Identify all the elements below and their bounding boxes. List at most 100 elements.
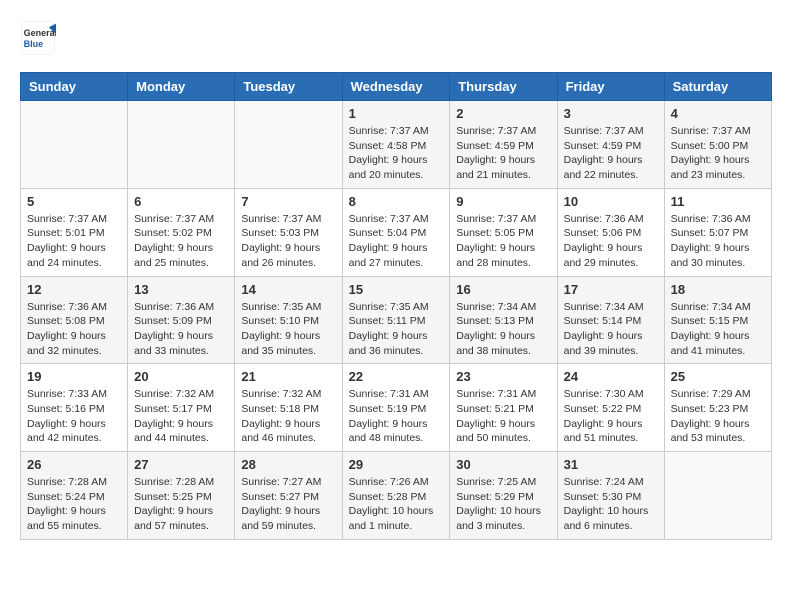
- calendar-cell: 12 Sunrise: 7:36 AM Sunset: 5:08 PM Dayli…: [21, 276, 128, 364]
- day-info: Sunrise: 7:32 AM Sunset: 5:18 PM Dayligh…: [241, 387, 335, 446]
- calendar-cell: 19 Sunrise: 7:33 AM Sunset: 5:16 PM Dayli…: [21, 364, 128, 452]
- day-number: 28: [241, 457, 335, 472]
- day-info: Sunrise: 7:34 AM Sunset: 5:14 PM Dayligh…: [564, 300, 658, 359]
- calendar-cell: 13Sunrise: 7:36 AM Sunset: 5:09 PM Dayli…: [128, 276, 235, 364]
- calendar-cell: 18 Sunrise: 7:34 AM Sunset: 5:15 PM Dayli…: [664, 276, 771, 364]
- day-number: 29: [349, 457, 444, 472]
- weekday-header-saturday: Saturday: [664, 73, 771, 101]
- calendar-cell: 14Sunrise: 7:35 AM Sunset: 5:10 PM Dayli…: [235, 276, 342, 364]
- day-info: Sunrise: 7:34 AM Sunset: 5:15 PM Dayligh…: [671, 300, 765, 359]
- day-info: Sunrise: 7:37 AM Sunset: 4:59 PM Dayligh…: [456, 124, 550, 183]
- day-number: 9: [456, 194, 550, 209]
- calendar-cell: 10 Sunrise: 7:36 AM Sunset: 5:06 PM Dayli…: [557, 188, 664, 276]
- weekday-header-friday: Friday: [557, 73, 664, 101]
- day-info: Sunrise: 7:35 AM Sunset: 5:10 PM Dayligh…: [241, 300, 335, 359]
- day-info: Sunrise: 7:37 AM Sunset: 5:04 PM Dayligh…: [349, 212, 444, 271]
- day-info: Sunrise: 7:37 AM Sunset: 5:05 PM Dayligh…: [456, 212, 550, 271]
- day-number: 21: [241, 369, 335, 384]
- calendar-cell: 24 Sunrise: 7:30 AM Sunset: 5:22 PM Dayli…: [557, 364, 664, 452]
- day-number: 15: [349, 282, 444, 297]
- day-number: 6: [134, 194, 228, 209]
- calendar-cell: 26 Sunrise: 7:28 AM Sunset: 5:24 PM Dayli…: [21, 452, 128, 540]
- day-info: Sunrise: 7:36 AM Sunset: 5:07 PM Dayligh…: [671, 212, 765, 271]
- calendar-week-row: 5 Sunrise: 7:37 AM Sunset: 5:01 PM Daylig…: [21, 188, 772, 276]
- day-number: 20: [134, 369, 228, 384]
- day-number: 5: [27, 194, 121, 209]
- day-info: Sunrise: 7:34 AM Sunset: 5:13 PM Dayligh…: [456, 300, 550, 359]
- calendar-header-row: SundayMondayTuesdayWednesdayThursdayFrid…: [21, 73, 772, 101]
- page-header: General Blue: [20, 20, 772, 56]
- day-info: Sunrise: 7:36 AM Sunset: 5:06 PM Dayligh…: [564, 212, 658, 271]
- calendar-cell: 2 Sunrise: 7:37 AM Sunset: 4:59 PM Daylig…: [450, 101, 557, 189]
- day-info: Sunrise: 7:37 AM Sunset: 5:00 PM Dayligh…: [671, 124, 765, 183]
- calendar-cell: 30 Sunrise: 7:25 AM Sunset: 5:29 PM Dayli…: [450, 452, 557, 540]
- day-info: Sunrise: 7:26 AM Sunset: 5:28 PM Dayligh…: [349, 475, 444, 534]
- day-number: 8: [349, 194, 444, 209]
- calendar-cell: 11 Sunrise: 7:36 AM Sunset: 5:07 PM Dayli…: [664, 188, 771, 276]
- calendar-week-row: 26 Sunrise: 7:28 AM Sunset: 5:24 PM Dayli…: [21, 452, 772, 540]
- calendar-cell: 28 Sunrise: 7:27 AM Sunset: 5:27 PM Dayli…: [235, 452, 342, 540]
- calendar-cell: [664, 452, 771, 540]
- day-number: 31: [564, 457, 658, 472]
- calendar-cell: 25 Sunrise: 7:29 AM Sunset: 5:23 PM Dayli…: [664, 364, 771, 452]
- day-number: 11: [671, 194, 765, 209]
- day-number: 24: [564, 369, 658, 384]
- weekday-header-thursday: Thursday: [450, 73, 557, 101]
- day-number: 16: [456, 282, 550, 297]
- calendar-cell: 7Sunrise: 7:37 AM Sunset: 5:03 PM Daylig…: [235, 188, 342, 276]
- day-info: Sunrise: 7:27 AM Sunset: 5:27 PM Dayligh…: [241, 475, 335, 534]
- weekday-header-sunday: Sunday: [21, 73, 128, 101]
- svg-text:General: General: [24, 28, 56, 38]
- day-info: Sunrise: 7:25 AM Sunset: 5:29 PM Dayligh…: [456, 475, 550, 534]
- calendar-cell: 22Sunrise: 7:31 AM Sunset: 5:19 PM Dayli…: [342, 364, 450, 452]
- day-info: Sunrise: 7:37 AM Sunset: 5:03 PM Dayligh…: [241, 212, 335, 271]
- weekday-header-monday: Monday: [128, 73, 235, 101]
- day-info: Sunrise: 7:36 AM Sunset: 5:08 PM Dayligh…: [27, 300, 121, 359]
- day-info: Sunrise: 7:29 AM Sunset: 5:23 PM Dayligh…: [671, 387, 765, 446]
- day-info: Sunrise: 7:37 AM Sunset: 5:02 PM Dayligh…: [134, 212, 228, 271]
- day-number: 1: [349, 106, 444, 121]
- calendar-cell: 23 Sunrise: 7:31 AM Sunset: 5:21 PM Dayli…: [450, 364, 557, 452]
- calendar-cell: 5 Sunrise: 7:37 AM Sunset: 5:01 PM Daylig…: [21, 188, 128, 276]
- day-info: Sunrise: 7:28 AM Sunset: 5:25 PM Dayligh…: [134, 475, 228, 534]
- logo: General Blue: [20, 20, 56, 56]
- calendar-week-row: 1Sunrise: 7:37 AM Sunset: 4:58 PM Daylig…: [21, 101, 772, 189]
- day-info: Sunrise: 7:24 AM Sunset: 5:30 PM Dayligh…: [564, 475, 658, 534]
- calendar-cell: 21 Sunrise: 7:32 AM Sunset: 5:18 PM Dayli…: [235, 364, 342, 452]
- day-number: 30: [456, 457, 550, 472]
- day-number: 13: [134, 282, 228, 297]
- day-info: Sunrise: 7:31 AM Sunset: 5:19 PM Dayligh…: [349, 387, 444, 446]
- calendar-cell: 6 Sunrise: 7:37 AM Sunset: 5:02 PM Daylig…: [128, 188, 235, 276]
- day-info: Sunrise: 7:33 AM Sunset: 5:16 PM Dayligh…: [27, 387, 121, 446]
- day-info: Sunrise: 7:31 AM Sunset: 5:21 PM Dayligh…: [456, 387, 550, 446]
- day-number: 12: [27, 282, 121, 297]
- calendar-cell: 29 Sunrise: 7:26 AM Sunset: 5:28 PM Dayli…: [342, 452, 450, 540]
- calendar-cell: 20 Sunrise: 7:32 AM Sunset: 5:17 PM Dayli…: [128, 364, 235, 452]
- calendar-week-row: 12 Sunrise: 7:36 AM Sunset: 5:08 PM Dayli…: [21, 276, 772, 364]
- day-number: 19: [27, 369, 121, 384]
- day-info: Sunrise: 7:32 AM Sunset: 5:17 PM Dayligh…: [134, 387, 228, 446]
- day-info: Sunrise: 7:30 AM Sunset: 5:22 PM Dayligh…: [564, 387, 658, 446]
- day-number: 18: [671, 282, 765, 297]
- day-info: Sunrise: 7:28 AM Sunset: 5:24 PM Dayligh…: [27, 475, 121, 534]
- calendar-cell: 17Sunrise: 7:34 AM Sunset: 5:14 PM Dayli…: [557, 276, 664, 364]
- day-info: Sunrise: 7:37 AM Sunset: 5:01 PM Dayligh…: [27, 212, 121, 271]
- calendar-week-row: 19 Sunrise: 7:33 AM Sunset: 5:16 PM Dayli…: [21, 364, 772, 452]
- calendar-cell: 4 Sunrise: 7:37 AM Sunset: 5:00 PM Daylig…: [664, 101, 771, 189]
- calendar-cell: [235, 101, 342, 189]
- day-number: 10: [564, 194, 658, 209]
- svg-text:Blue: Blue: [24, 39, 44, 49]
- calendar-cell: 31 Sunrise: 7:24 AM Sunset: 5:30 PM Dayli…: [557, 452, 664, 540]
- day-number: 25: [671, 369, 765, 384]
- calendar-cell: 27Sunrise: 7:28 AM Sunset: 5:25 PM Dayli…: [128, 452, 235, 540]
- day-number: 2: [456, 106, 550, 121]
- weekday-header-wednesday: Wednesday: [342, 73, 450, 101]
- calendar-table: SundayMondayTuesdayWednesdayThursdayFrid…: [20, 72, 772, 540]
- day-info: Sunrise: 7:35 AM Sunset: 5:11 PM Dayligh…: [349, 300, 444, 359]
- day-number: 4: [671, 106, 765, 121]
- weekday-header-tuesday: Tuesday: [235, 73, 342, 101]
- calendar-cell: 15 Sunrise: 7:35 AM Sunset: 5:11 PM Dayli…: [342, 276, 450, 364]
- day-number: 23: [456, 369, 550, 384]
- day-number: 26: [27, 457, 121, 472]
- calendar-cell: 8 Sunrise: 7:37 AM Sunset: 5:04 PM Daylig…: [342, 188, 450, 276]
